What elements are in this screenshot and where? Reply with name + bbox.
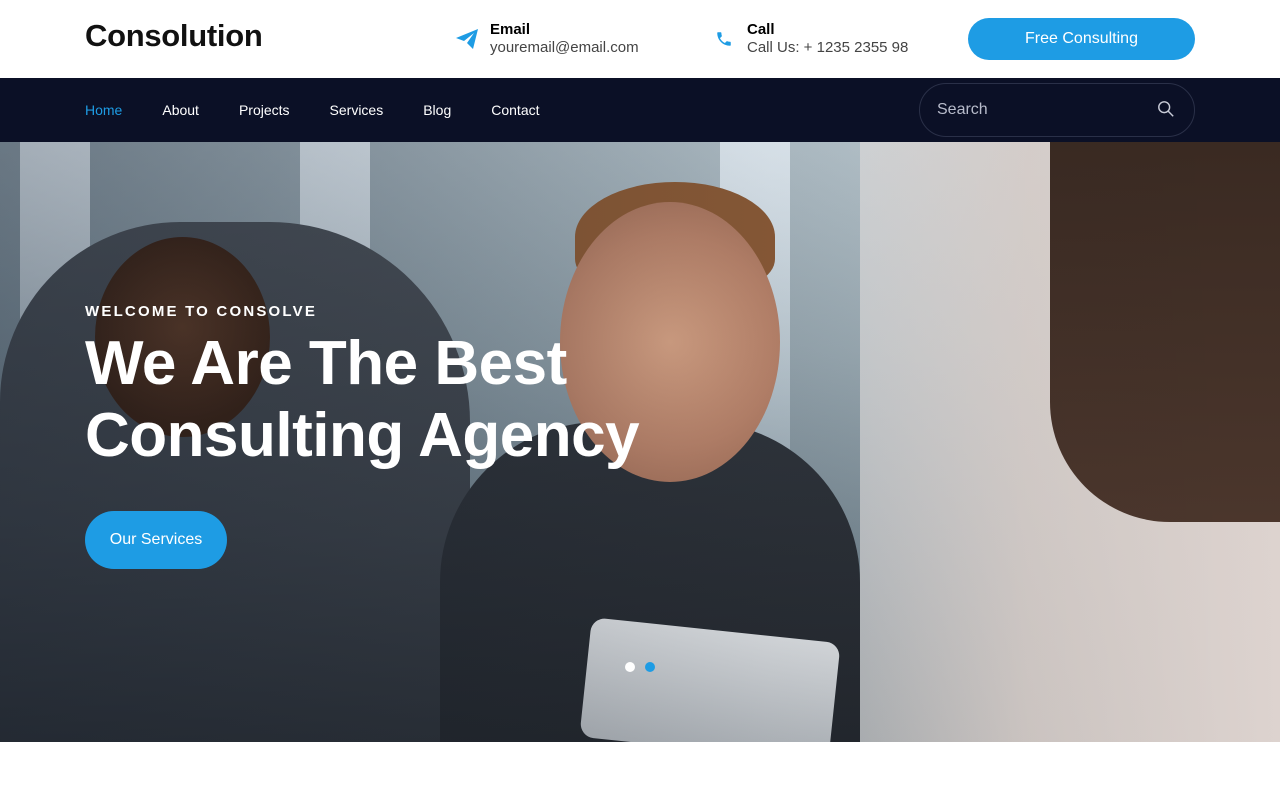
- hero-slider: WELCOME TO CONSOLVE We Are The Best Cons…: [0, 142, 1280, 742]
- call-label: Call: [747, 21, 775, 38]
- nav-item-services[interactable]: Services: [330, 102, 384, 118]
- phone-icon: [712, 27, 736, 51]
- search-box: [919, 83, 1195, 137]
- top-header: Consolution Email youremail@email.com Ca…: [0, 0, 1280, 78]
- slider-dot[interactable]: [645, 662, 655, 672]
- email-label: Email: [490, 21, 531, 38]
- slider-dots: [625, 662, 665, 672]
- search-icon[interactable]: [1157, 100, 1177, 120]
- site-logo[interactable]: Consolution: [85, 18, 263, 54]
- hero-headline-line-1: We Are The Best: [85, 329, 567, 398]
- nav-item-blog[interactable]: Blog: [423, 102, 451, 118]
- call-value[interactable]: Call Us: + 1235 2355 98: [747, 39, 908, 56]
- main-nav: Home About Projects Services Blog Contac…: [0, 78, 1280, 142]
- our-services-button[interactable]: Our Services: [85, 511, 227, 569]
- call-contact: Call Call Us: + 1235 2355 98: [712, 21, 908, 56]
- slider-dot[interactable]: [625, 662, 635, 672]
- nav-item-projects[interactable]: Projects: [239, 102, 290, 118]
- nav-menu: Home About Projects Services Blog Contac…: [85, 78, 580, 142]
- paper-plane-icon: [455, 27, 479, 51]
- nav-item-about[interactable]: About: [162, 102, 199, 118]
- hero-headline: We Are The Best Consulting Agency: [85, 328, 640, 472]
- email-contact: Email youremail@email.com: [455, 21, 639, 56]
- hero-kicker: WELCOME TO CONSOLVE: [85, 303, 318, 320]
- email-value[interactable]: youremail@email.com: [490, 39, 639, 56]
- nav-item-home[interactable]: Home: [85, 102, 122, 118]
- nav-item-contact[interactable]: Contact: [491, 102, 539, 118]
- hero-content: WELCOME TO CONSOLVE We Are The Best Cons…: [85, 303, 640, 569]
- free-consulting-button[interactable]: Free Consulting: [968, 18, 1195, 60]
- search-input[interactable]: [937, 101, 1147, 119]
- hero-headline-line-2: Consulting Agency: [85, 401, 640, 470]
